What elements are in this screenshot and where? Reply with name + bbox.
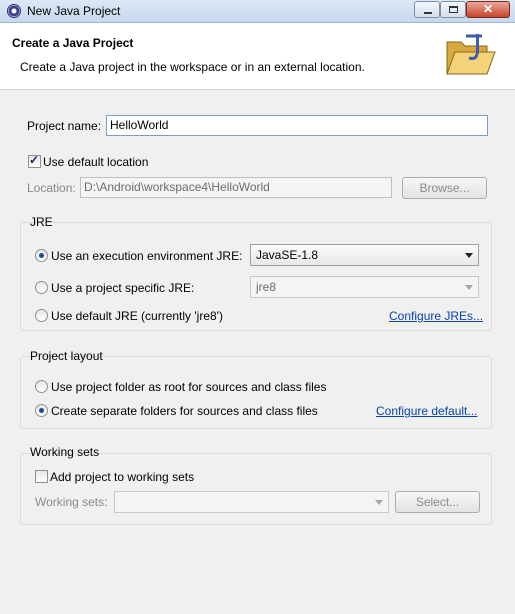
use-default-location-checkbox[interactable]: ✓ — [28, 153, 41, 168]
separate-folders-label: Create separate folders for sources and … — [51, 404, 318, 418]
maximize-button[interactable] — [440, 1, 466, 18]
execution-environment-combo[interactable]: JavaSE-1.8 — [250, 244, 479, 266]
separate-folders-radio[interactable] — [35, 404, 48, 417]
default-jre-label: Use default JRE (currently 'jre8') — [51, 309, 223, 323]
location-input[interactable]: D:\Android\workspace4\HelloWorld — [80, 177, 392, 198]
radio-selected-dot — [39, 408, 44, 413]
add-to-working-sets-checkbox[interactable] — [35, 470, 48, 483]
wizard-banner: Create a Java Project Create a Java proj… — [0, 23, 515, 90]
location-label: Location: — [27, 181, 76, 195]
window-title: New Java Project — [27, 4, 121, 18]
configure-default-link[interactable]: Configure default... — [376, 404, 477, 418]
working-sets-combo[interactable] — [114, 491, 389, 513]
window-title-bar[interactable]: New Java Project ✕ — [0, 0, 515, 23]
radio-selected-dot — [39, 253, 44, 258]
close-icon: ✕ — [482, 2, 494, 16]
close-button[interactable]: ✕ — [466, 1, 510, 18]
project-specific-jre-label: Use a project specific JRE: — [51, 281, 195, 295]
minimize-icon — [424, 12, 432, 14]
select-working-sets-button[interactable]: Select... — [395, 491, 480, 513]
wizard-description: Create a Java project in the workspace o… — [20, 60, 365, 74]
project-folder-root-radio[interactable] — [35, 380, 48, 393]
add-to-working-sets-label: Add project to working sets — [50, 470, 195, 484]
configure-jres-link[interactable]: Configure JREs... — [389, 309, 483, 323]
java-project-folder-icon — [446, 34, 496, 75]
chevron-down-icon — [465, 253, 473, 258]
wizard-heading: Create a Java Project — [12, 36, 134, 50]
maximize-icon — [449, 6, 458, 13]
project-specific-jre-combo[interactable]: jre8 — [250, 276, 479, 298]
working-sets-group — [20, 453, 492, 525]
execution-environment-value: JavaSE-1.8 — [256, 248, 319, 262]
working-sets-label: Working sets: — [35, 495, 108, 509]
jre-group-title: JRE — [30, 215, 53, 229]
eclipse-icon — [7, 4, 21, 18]
wizard-form: Project name: HelloWorld ✓ Use default l… — [0, 90, 515, 614]
use-default-location-label: Use default location — [43, 155, 149, 169]
project-folder-root-label: Use project folder as root for sources a… — [51, 380, 327, 394]
project-specific-jre-value: jre8 — [256, 280, 277, 294]
chevron-down-icon — [465, 285, 473, 290]
project-specific-jre-radio[interactable] — [35, 281, 48, 294]
default-jre-radio[interactable] — [35, 309, 48, 322]
minimize-button[interactable] — [414, 1, 440, 18]
browse-button[interactable]: Browse... — [402, 177, 487, 199]
execution-environment-label: Use an execution environment JRE: — [51, 249, 243, 263]
execution-environment-radio[interactable] — [35, 249, 48, 262]
working-sets-group-title: Working sets — [30, 445, 100, 459]
project-name-input[interactable]: HelloWorld — [106, 115, 488, 136]
project-name-label: Project name: — [27, 119, 102, 133]
project-layout-group-title: Project layout — [30, 349, 103, 363]
chevron-down-icon — [375, 500, 383, 505]
check-icon: ✓ — [29, 153, 40, 167]
